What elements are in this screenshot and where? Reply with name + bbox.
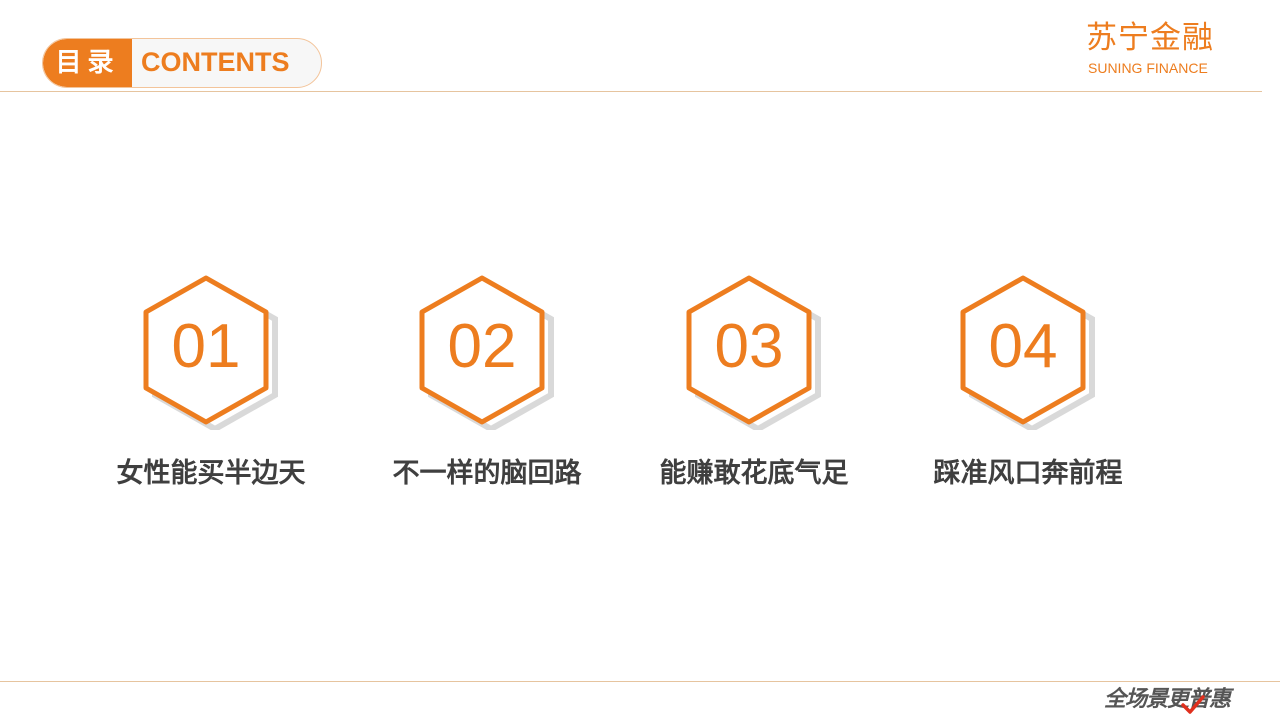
section-header: 目录 CONTENTS xyxy=(42,38,322,88)
header-title-cn: 目录 xyxy=(43,39,132,87)
footer-slogan: 全场景更普惠 xyxy=(1104,687,1231,712)
contents-item-2[interactable]: 02 不一样的脑回路 xyxy=(367,270,607,520)
checkmark-icon xyxy=(1181,695,1205,714)
item-number: 04 xyxy=(988,312,1058,381)
footer-divider xyxy=(0,681,1280,682)
item-number: 03 xyxy=(714,312,784,381)
item-number: 02 xyxy=(447,312,517,381)
contents-item-1[interactable]: 01 女性能买半边天 xyxy=(91,270,331,520)
item-title: 能赚敢花底气足 xyxy=(659,458,849,489)
item-number: 01 xyxy=(171,312,241,381)
item-title: 踩准风口奔前程 xyxy=(933,458,1123,489)
contents-item-4[interactable]: 04 踩准风口奔前程 xyxy=(908,270,1148,520)
item-title: 女性能买半边天 xyxy=(116,458,306,489)
header-divider xyxy=(0,91,1262,92)
contents-item-3[interactable]: 03 能赚敢花底气足 xyxy=(634,270,874,520)
brand-logo-cn: 苏宁金融 xyxy=(1086,20,1214,56)
brand-logo-en: SUNING FINANCE xyxy=(1088,60,1208,76)
header-title-en: CONTENTS xyxy=(141,47,290,77)
item-title: 不一样的脑回路 xyxy=(392,458,582,489)
